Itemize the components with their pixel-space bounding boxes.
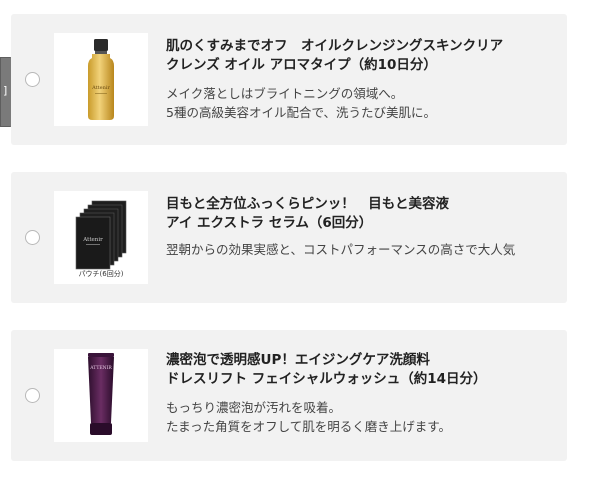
product-desc-line1: メイク落としはブライトニングの領域へ。 (166, 86, 404, 101)
product-card-eye-serum[interactable]: Attenir パウチ(6回分) 目もと全方位ふっくらピンッ！ 目もと美容液 ア… (11, 172, 567, 303)
product-title-line2: ドレスリフト フェイシャルウォッシュ（約14日分） (166, 371, 487, 387)
product-desc-line2: たまった角質をオフして肌を明るく磨き上げます。 (166, 419, 452, 434)
product-image-facial-wash: ATTENIR (54, 349, 148, 442)
product-title-line2: アイ エクストラ セラム（6回分） (166, 215, 373, 231)
pouch-brand: Attenir (82, 237, 103, 243)
product-title-line1: 濃密泡で透明感UP！エイジングケア洗顔料 (166, 352, 430, 368)
product-image-cleansing-oil: Attenir (54, 33, 148, 126)
product-desc-line1: もっちり濃密泡が汚れを吸着。 (166, 400, 342, 415)
tube-illustration: ATTENIR (88, 353, 114, 435)
oil-bottle-illustration: Attenir (88, 39, 114, 120)
product-title-line1: 肌のくすみまでオフ オイルクレンジングスキンクリア (166, 38, 504, 54)
product-desc-line1: 翌朝からの効果実感と、コストパフォーマンスの高さで大人気 (166, 242, 516, 257)
tube-brand: ATTENIR (89, 365, 112, 371)
product-card-facial-wash[interactable]: ATTENIR 濃密泡で透明感UP！エイジングケア洗顔料 ドレスリフト フェイシ… (11, 330, 567, 461)
product-card-cleansing-oil[interactable]: Attenir 肌のくすみまでオフ オイルクレンジングスキンクリア クレンズ オ… (11, 14, 567, 145)
select-radio-eye-serum[interactable] (25, 230, 40, 245)
product-desc-line2: 5種の高級美容オイル配合で、洗うたび美肌に。 (166, 105, 436, 120)
select-radio-facial-wash[interactable] (25, 388, 40, 403)
bottle-brand: Attenir (91, 85, 110, 91)
product-title-line2: クレンズ オイル アロマタイプ（約10日分） (166, 57, 437, 73)
product-image-eye-serum: Attenir パウチ(6回分) (54, 191, 148, 284)
side-tab-glyph: ] (3, 84, 8, 97)
select-radio-cleansing-oil[interactable] (25, 72, 40, 87)
pouch-caption: パウチ(6回分) (78, 270, 124, 278)
product-title-line1: 目もと全方位ふっくらピンッ！ 目もと美容液 (166, 196, 449, 212)
